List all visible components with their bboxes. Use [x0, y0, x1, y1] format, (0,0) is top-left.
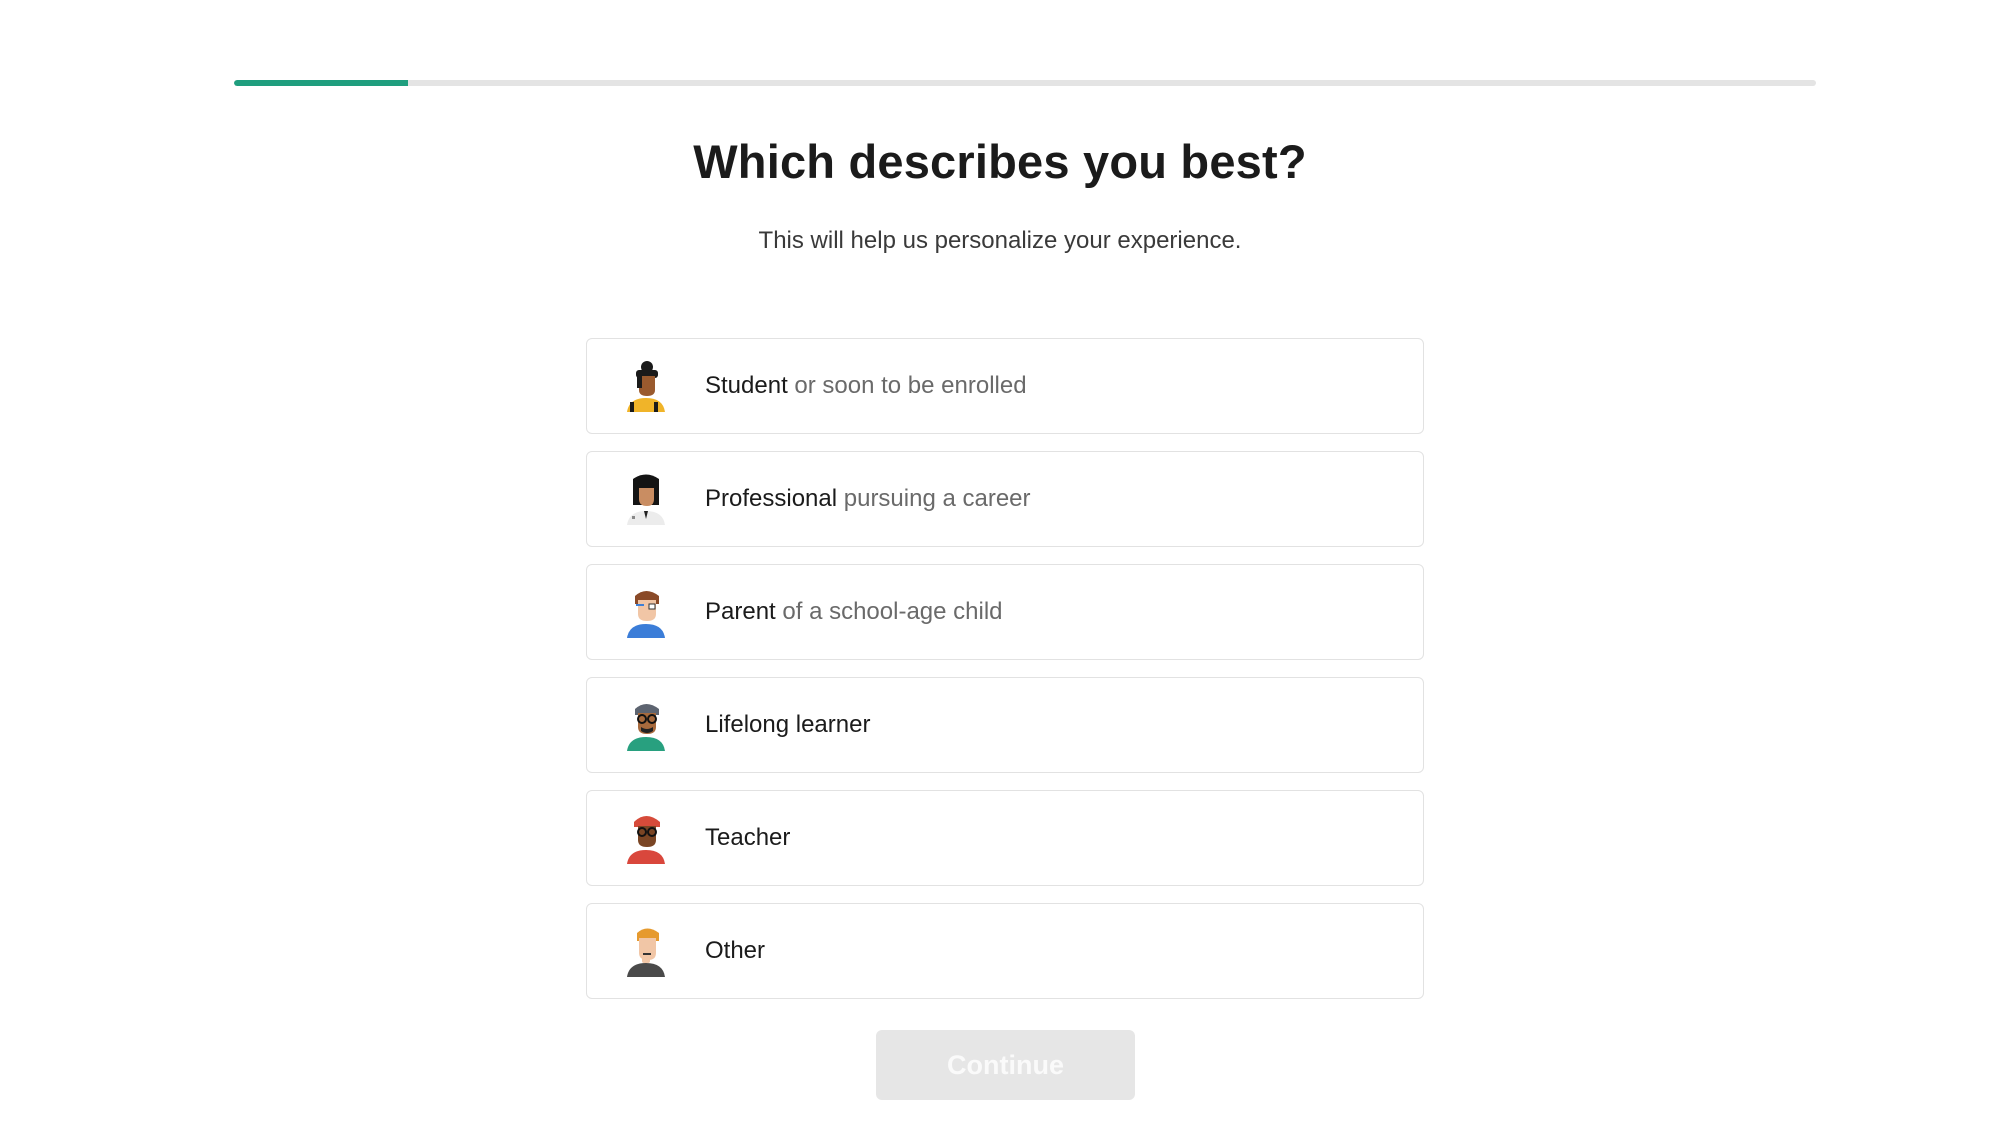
progress-bar-fill: [234, 80, 409, 86]
option-teacher[interactable]: Teacher: [586, 790, 1424, 886]
option-label: Professional: [705, 485, 838, 512]
option-lifelong-learner[interactable]: Lifelong learner: [586, 677, 1424, 773]
lifelong-learner-avatar-icon: [622, 699, 670, 751]
option-description: of a school-age child: [775, 598, 1003, 625]
progress-bar: [234, 80, 1816, 86]
option-professional[interactable]: Professional pursuing a career: [586, 451, 1424, 547]
option-parent[interactable]: Parent of a school-age child: [586, 564, 1424, 660]
option-label: Parent: [705, 598, 776, 625]
page-title: Which describes you best?: [693, 135, 1307, 188]
professional-avatar-icon: [622, 473, 670, 525]
continue-button[interactable]: Continue: [876, 1030, 1135, 1100]
parent-avatar-icon: [622, 586, 670, 638]
onboarding-page: Which describes you best? This will help…: [0, 0, 2000, 1124]
option-label: Other: [705, 937, 766, 964]
option-other[interactable]: Other: [586, 903, 1424, 999]
option-label: Teacher: [705, 824, 791, 851]
page-subtitle: This will help us personalize your exper…: [758, 227, 1242, 254]
other-avatar-icon: [622, 925, 670, 977]
option-description: pursuing a career: [837, 485, 1031, 512]
option-label: Lifelong learner: [705, 711, 871, 738]
option-description: or soon to be enrolled: [787, 372, 1027, 399]
option-student[interactable]: Student or soon to be enrolled: [586, 338, 1424, 434]
teacher-avatar-icon: [622, 812, 670, 864]
option-label: Student: [705, 372, 788, 399]
student-avatar-icon: [622, 360, 670, 412]
role-options-list: Student or soon to be enrolled Professio…: [586, 338, 1424, 1016]
